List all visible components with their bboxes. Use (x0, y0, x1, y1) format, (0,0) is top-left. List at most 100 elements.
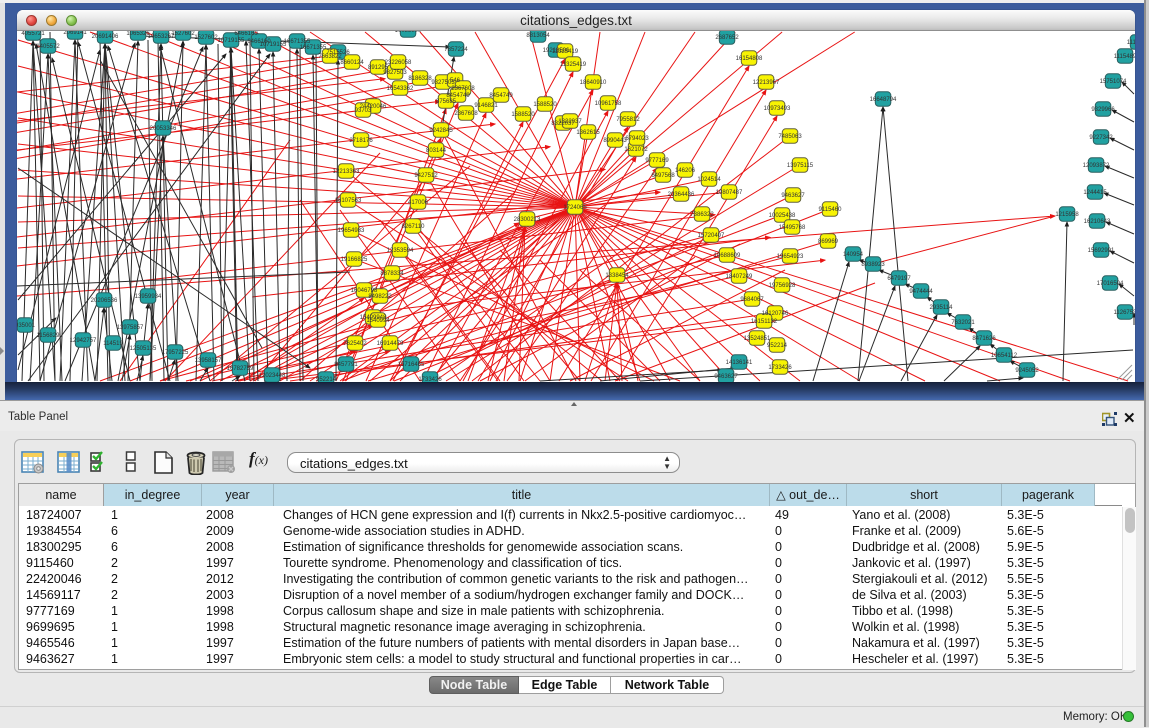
svg-text:9242845: 9242845 (429, 128, 453, 134)
svg-text:9474444: 9474444 (909, 289, 933, 295)
svg-text:1322037: 1322037 (558, 119, 582, 125)
svg-text:12505135: 12505135 (130, 346, 157, 352)
svg-text:13975115: 13975115 (787, 163, 814, 169)
svg-text:14136141: 14136141 (726, 360, 753, 366)
svg-text:869969: 869969 (818, 239, 839, 245)
svg-text:8938923: 8938923 (861, 262, 885, 268)
svg-text:8454749: 8454749 (446, 93, 470, 99)
svg-text:9684067: 9684067 (740, 297, 764, 303)
svg-text:16210643: 16210643 (1084, 219, 1111, 225)
svg-text:20053346: 20053346 (150, 126, 177, 132)
svg-text:10807487: 10807487 (716, 190, 743, 196)
svg-text:803144: 803144 (426, 148, 447, 154)
svg-text:15495768: 15495768 (779, 225, 806, 231)
svg-text:8267110: 8267110 (402, 224, 426, 230)
svg-text:6497568: 6497568 (651, 173, 675, 179)
svg-text:8990443: 8990443 (603, 138, 627, 144)
svg-text:9227342: 9227342 (1089, 135, 1113, 141)
svg-text:8454749: 8454749 (489, 93, 513, 99)
svg-text:2718176: 2718176 (349, 138, 373, 144)
svg-text:19654983: 19654983 (338, 228, 365, 234)
svg-text:8660124: 8660124 (340, 60, 364, 66)
svg-text:16671355: 16671355 (300, 45, 327, 51)
svg-text:19166825: 19166825 (341, 257, 368, 263)
svg-text:19654923: 19654923 (777, 254, 804, 260)
svg-text:114519: 114519 (103, 341, 123, 347)
svg-text:93703: 93703 (355, 108, 372, 114)
svg-text:1621072: 1621072 (624, 147, 648, 153)
svg-text:1024514: 1024514 (697, 177, 721, 183)
svg-text:9463627: 9463627 (714, 374, 738, 380)
svg-text:16033809: 16033809 (395, 31, 422, 34)
svg-text:28300213: 28300213 (514, 217, 541, 223)
svg-text:10961758: 10961758 (595, 101, 622, 107)
svg-text:7663822: 7663822 (318, 54, 342, 60)
svg-text:18407249: 18407249 (726, 274, 753, 280)
svg-text:13958157: 13958157 (195, 358, 222, 364)
svg-text:12023448: 12023448 (259, 373, 286, 379)
svg-text:7955812: 7955812 (616, 117, 640, 123)
svg-text:9146821: 9146821 (474, 103, 498, 109)
svg-text:4055721: 4055721 (21, 31, 45, 37)
svg-text:12093872: 12093872 (1083, 163, 1110, 169)
svg-text:875685: 875685 (436, 99, 457, 105)
svg-text:10654112: 10654112 (991, 353, 1018, 359)
svg-text:18640910: 18640910 (580, 80, 607, 86)
svg-text:16107563: 16107563 (335, 198, 362, 204)
svg-text:1733426: 1733426 (768, 365, 792, 371)
svg-text:952214: 952214 (316, 377, 337, 382)
svg-text:952214: 952214 (767, 343, 788, 349)
svg-text:20364436: 20364436 (668, 192, 695, 198)
svg-text:15720407: 15720407 (698, 233, 725, 239)
svg-text:146206: 146206 (675, 168, 696, 174)
svg-text:11325419: 11325419 (560, 62, 587, 68)
svg-text:16154808: 16154808 (736, 56, 763, 62)
svg-text:20206536: 20206536 (91, 298, 118, 304)
svg-text:2367608: 2367608 (451, 86, 475, 92)
svg-text:1156829: 1156829 (37, 333, 61, 339)
svg-text:8813054: 8813054 (526, 33, 550, 39)
svg-text:9329966: 9329966 (1091, 107, 1115, 113)
svg-text:7625402: 7625402 (343, 341, 367, 347)
svg-text:6794023: 6794023 (625, 136, 649, 142)
svg-text:417006: 417006 (408, 200, 429, 206)
svg-text:16151132: 16151132 (751, 319, 778, 325)
svg-text:1244415: 1244415 (1083, 190, 1107, 196)
svg-text:2935114: 2935114 (930, 305, 954, 311)
svg-text:1527602: 1527602 (171, 31, 195, 37)
svg-text:8878334: 8878334 (380, 271, 404, 277)
svg-text:20691406: 20691406 (92, 34, 119, 40)
svg-text:9427512: 9427512 (414, 173, 438, 179)
svg-text:7632021: 7632021 (951, 320, 975, 326)
svg-text:17016504: 17016504 (1097, 281, 1124, 287)
svg-text:10973493: 10973493 (764, 106, 791, 112)
svg-text:935001: 935001 (17, 323, 36, 329)
svg-text:16120746: 16120746 (762, 311, 789, 317)
svg-text:19756928: 19756928 (769, 283, 796, 289)
svg-text:9463627: 9463627 (781, 193, 805, 199)
svg-text:2367608: 2367608 (454, 111, 478, 117)
svg-text:9777169: 9777169 (645, 158, 669, 164)
svg-text:1405572: 1405572 (36, 44, 60, 50)
svg-text:1126753: 1126753 (1114, 310, 1135, 316)
svg-text:13975857: 13975857 (117, 325, 144, 331)
svg-text:8498222: 8498222 (368, 294, 392, 300)
svg-text:9115460: 9115460 (819, 207, 843, 213)
svg-text:6479197: 6479197 (887, 276, 911, 282)
svg-text:7386322: 7386322 (690, 212, 714, 218)
svg-text:1527602: 1527602 (194, 35, 218, 41)
svg-text:12353594: 12353594 (387, 248, 414, 254)
svg-text:1115489: 1115489 (1127, 40, 1135, 46)
svg-text:1724065: 1724065 (563, 205, 587, 211)
svg-text:16648794: 16648794 (870, 97, 897, 103)
svg-text:10688609: 10688609 (714, 253, 741, 259)
svg-text:1115489: 1115489 (1114, 54, 1135, 60)
svg-text:1588520: 1588520 (511, 112, 535, 118)
svg-text:7857224: 7857224 (444, 47, 468, 53)
svg-text:15692991: 15692991 (1088, 248, 1115, 254)
svg-text:8471626: 8471626 (972, 336, 996, 342)
svg-text:1215958: 1215958 (1055, 212, 1079, 218)
svg-text:7485063: 7485063 (778, 134, 802, 140)
svg-text:6466160: 6466160 (234, 31, 258, 37)
svg-text:12942757: 12942757 (70, 338, 97, 344)
